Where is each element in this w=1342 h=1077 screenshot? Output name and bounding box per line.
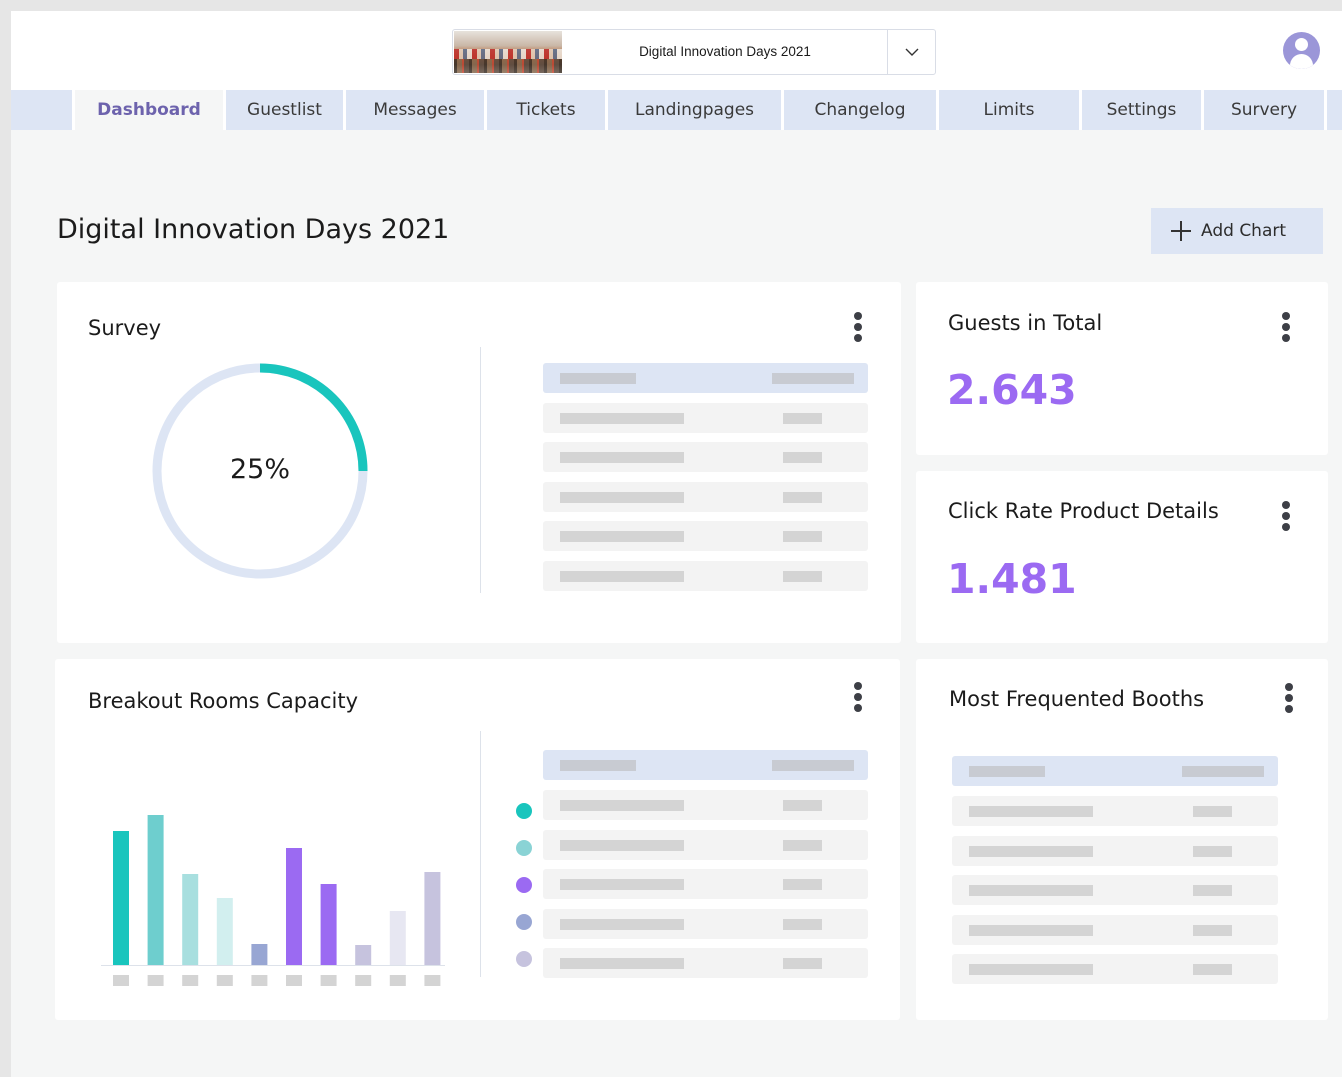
chart-bar (182, 874, 199, 965)
survey-menu-icon[interactable] (852, 312, 864, 342)
table-row (952, 836, 1278, 866)
chart-bar (216, 898, 233, 965)
tab-survery[interactable]: Survery (1204, 90, 1327, 130)
table-row (952, 875, 1278, 905)
tab-dashboard[interactable]: Dashboard (75, 90, 226, 130)
tab-overflow (1327, 90, 1342, 130)
tab-landingpages[interactable]: Landingpages (608, 90, 784, 130)
chart-tick-label (389, 975, 406, 986)
survey-card-title: Survey (88, 316, 162, 340)
breakout-rooms-card: Breakout Rooms Capacity (55, 659, 900, 1020)
page-title: Digital Innovation Days 2021 (57, 214, 450, 245)
booths-card: Most Frequented Booths (916, 659, 1328, 1020)
tab-guestlist[interactable]: Guestlist (226, 90, 346, 130)
legend-dot (516, 914, 532, 930)
booths-card-title: Most Frequented Booths (949, 687, 1205, 711)
click-rate-value: 1.481 (947, 555, 1077, 603)
tab-tickets[interactable]: Tickets (487, 90, 608, 130)
app-frame: Digital Innovation Days 2021 Dashboard G… (11, 11, 1342, 1077)
table-row (543, 561, 868, 591)
chart-bar (113, 831, 129, 965)
guests-total-title: Guests in Total (948, 311, 1103, 335)
add-chart-label: Add Chart (1201, 221, 1287, 241)
legend-dot (516, 877, 532, 893)
chart-bar (320, 884, 337, 965)
table-row (952, 954, 1278, 984)
click-rate-card: Click Rate Product Details 1.481 (916, 471, 1328, 643)
table-row (543, 869, 868, 899)
chart-bar (147, 815, 164, 965)
event-thumbnail (454, 31, 562, 73)
chevron-down-icon (905, 48, 918, 56)
survey-percent: 25% (229, 454, 290, 485)
table-row (952, 796, 1278, 826)
table-row (543, 403, 868, 433)
chart-tick-label (182, 975, 199, 986)
table-row (543, 482, 868, 512)
breakout-card-title: Breakout Rooms Capacity (88, 689, 359, 713)
chart-bar (424, 872, 441, 965)
plus-icon (1171, 221, 1191, 241)
tab-settings[interactable]: Settings (1082, 90, 1204, 130)
chart-tick-label (216, 975, 233, 986)
event-selector-toggle[interactable] (887, 30, 935, 74)
breakout-bar-chart (101, 815, 445, 986)
legend-dot (516, 803, 532, 819)
chart-tick-label (355, 975, 372, 986)
legend-dot (516, 951, 532, 967)
breakout-menu-icon[interactable] (852, 682, 864, 712)
table-row (543, 830, 868, 860)
survey-card: Survey 25% (57, 282, 901, 643)
booths-menu-icon[interactable] (1283, 683, 1295, 713)
user-avatar-icon[interactable] (1283, 32, 1320, 69)
table-row (952, 915, 1278, 945)
top-bar: Digital Innovation Days 2021 (11, 11, 1342, 90)
chart-tick-label (286, 975, 302, 986)
click-rate-title: Click Rate Product Details (948, 499, 1219, 523)
divider (480, 347, 481, 593)
tab-spacer (11, 90, 75, 130)
chart-bar (286, 848, 302, 965)
guests-total-menu-icon[interactable] (1280, 312, 1292, 342)
chart-tick-label (424, 975, 441, 986)
guests-total-card: Guests in Total 2.643 (916, 282, 1328, 455)
chart-tick-label (147, 975, 164, 986)
table-header (952, 756, 1278, 786)
table-row (543, 948, 868, 978)
chart-bar (389, 911, 406, 965)
tab-limits[interactable]: Limits (939, 90, 1082, 130)
add-chart-button[interactable]: Add Chart (1151, 208, 1323, 254)
chart-tick-label (320, 975, 337, 986)
table-row (543, 790, 868, 820)
divider (480, 731, 481, 977)
guests-total-value: 2.643 (947, 366, 1077, 414)
chart-tick-label (113, 975, 129, 986)
main-tabs: Dashboard Guestlist Messages Tickets Lan… (11, 90, 1342, 130)
chart-bar (251, 944, 268, 965)
table-header (543, 363, 868, 393)
table-header (543, 750, 868, 780)
event-selector-value: Digital Innovation Days 2021 (639, 44, 811, 59)
table-row (543, 442, 868, 472)
tab-messages[interactable]: Messages (346, 90, 487, 130)
chart-bar (355, 945, 372, 965)
tab-changelog[interactable]: Changelog (784, 90, 939, 130)
table-row (543, 909, 868, 939)
event-selector[interactable]: Digital Innovation Days 2021 (452, 29, 936, 75)
click-rate-menu-icon[interactable] (1280, 501, 1292, 531)
legend-dot (516, 840, 532, 856)
table-row (543, 521, 868, 551)
chart-tick-label (251, 975, 268, 986)
